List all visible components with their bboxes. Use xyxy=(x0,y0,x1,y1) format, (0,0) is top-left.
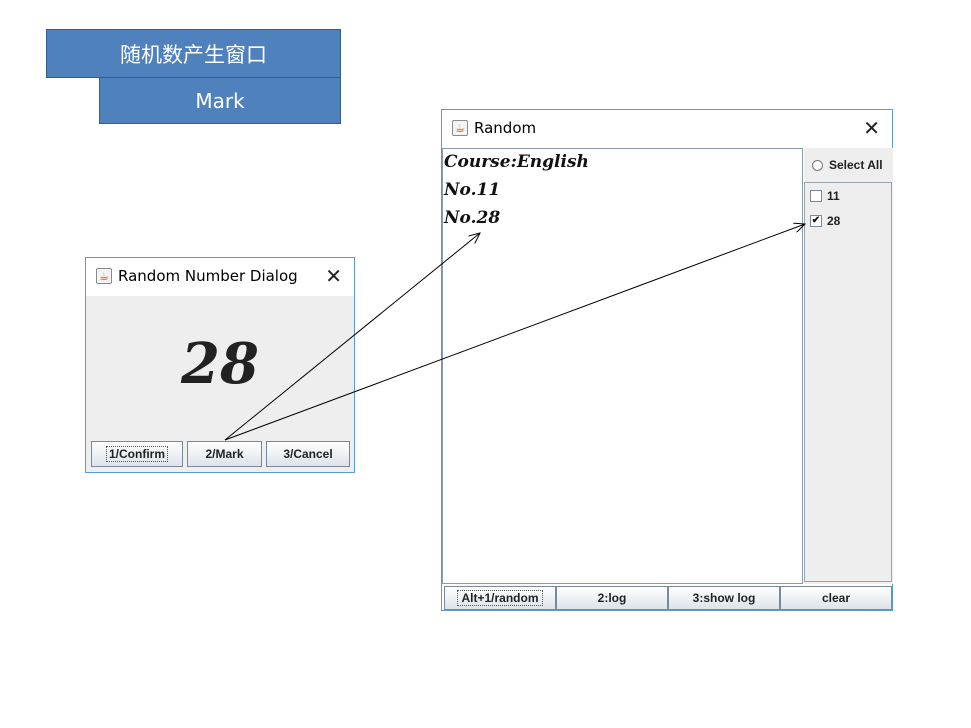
mark-button[interactable]: 2/Mark xyxy=(187,441,262,467)
log-text-area[interactable]: Course:English No.11 No.28 xyxy=(442,148,803,584)
show-log-button[interactable]: 3:show log xyxy=(668,586,780,610)
dialog-titlebar[interactable]: ☕ Random Number Dialog ✕ xyxy=(86,258,354,294)
radio-button-icon xyxy=(812,159,823,171)
text-line-number: No.11 xyxy=(444,180,501,200)
checklist-item-label: 11 xyxy=(827,188,840,203)
random-titlebar[interactable]: ☕ Random ✕ xyxy=(442,110,892,146)
random-window-title: Random xyxy=(474,119,537,137)
select-all-radio[interactable]: Select All xyxy=(812,158,883,172)
text-line-course: Course:English xyxy=(444,152,589,172)
side-panel: Select All 11 ✔ 28 xyxy=(804,148,893,584)
java-cup-icon: ☕ xyxy=(96,268,112,284)
java-cup-icon: ☕ xyxy=(452,120,468,136)
number-checklist: 11 ✔ 28 xyxy=(804,182,892,582)
log-button[interactable]: 2:log xyxy=(556,586,668,610)
checkbox-checked-icon[interactable]: ✔ xyxy=(810,214,822,227)
dialog-title: Random Number Dialog xyxy=(118,267,298,285)
checkbox-unchecked-icon[interactable] xyxy=(810,189,822,202)
confirm-button[interactable]: 1/Confirm xyxy=(91,441,183,467)
text-line-number: No.28 xyxy=(444,208,501,228)
random-button[interactable]: Alt+1/random xyxy=(444,586,556,610)
random-number-display: 28 xyxy=(181,331,259,397)
confirm-button-label: 1/Confirm xyxy=(105,446,168,462)
callout-mark-label: Mark xyxy=(99,77,341,124)
checklist-item-label: 28 xyxy=(827,213,841,228)
checklist-item[interactable]: 11 xyxy=(805,183,891,208)
dialog-body: 28 1/Confirm 2/Mark 3/Cancel xyxy=(86,296,354,472)
random-number-dialog: ☕ Random Number Dialog ✕ 28 1/Confirm 2/… xyxy=(85,257,355,473)
select-all-label: Select All xyxy=(829,158,883,172)
clear-button[interactable]: clear xyxy=(780,586,892,610)
random-window: ☕ Random ✕ Course:English No.11 No.28 Se… xyxy=(441,109,893,611)
callout-random-window-label: 随机数产生窗口 xyxy=(46,29,341,78)
checklist-item[interactable]: ✔ 28 xyxy=(805,208,891,233)
cancel-button[interactable]: 3/Cancel xyxy=(266,441,350,467)
random-button-label: Alt+1/random xyxy=(457,590,543,606)
bottom-button-bar: Alt+1/random 2:log 3:show log clear xyxy=(444,586,892,610)
close-icon[interactable]: ✕ xyxy=(863,116,880,140)
close-icon[interactable]: ✕ xyxy=(325,264,342,288)
